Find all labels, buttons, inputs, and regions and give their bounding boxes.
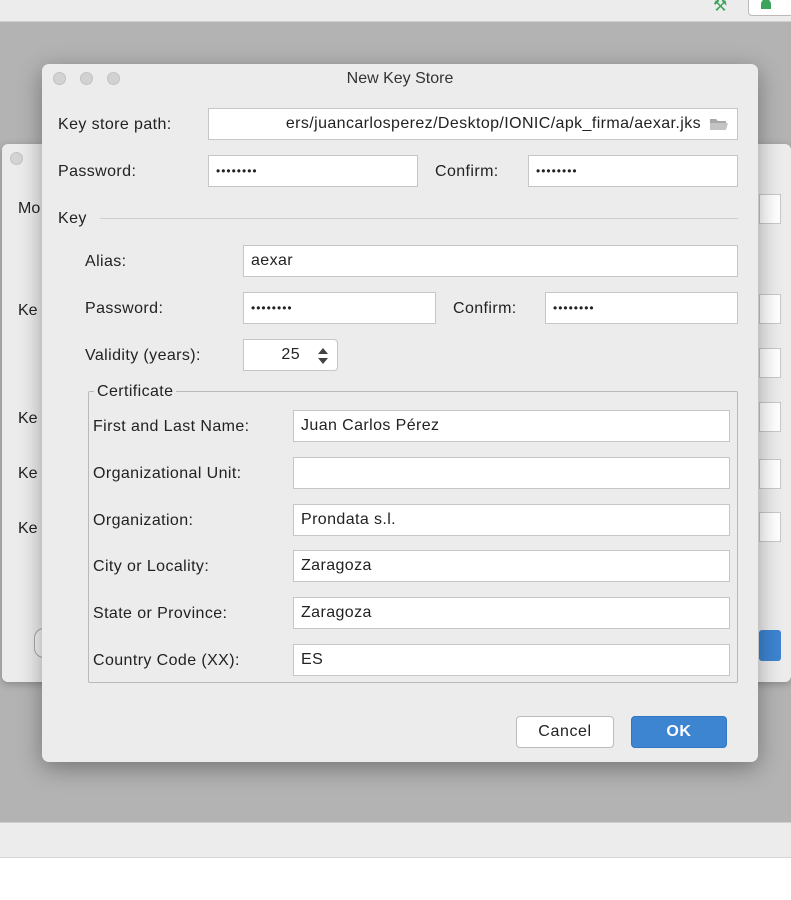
close-window-icon [10, 152, 23, 165]
dialog-titlebar: New Key Store [42, 64, 758, 94]
status-bar [0, 822, 791, 858]
background-label-module: Mo [18, 200, 41, 217]
city-input[interactable]: Zaragoza [293, 550, 730, 582]
stepper-up-icon[interactable] [318, 348, 328, 354]
validity-stepper[interactable] [308, 339, 338, 371]
folder-icon[interactable] [709, 117, 729, 131]
key-section-label: Key [58, 210, 87, 227]
keystore-confirm-input[interactable]: •••••••• [528, 155, 738, 187]
key-password-input[interactable]: •••••••• [243, 292, 436, 324]
organization-label: Organization: [93, 512, 194, 529]
keystore-password-label: Password: [58, 163, 137, 180]
background-field [759, 402, 781, 432]
ok-button[interactable]: OK [631, 716, 727, 748]
organization-input[interactable]: Prondata s.l. [293, 504, 730, 536]
hammer-icon[interactable]: ⚒ [713, 0, 735, 15]
keystore-password-input[interactable]: •••••••• [208, 155, 418, 187]
validity-label: Validity (years): [85, 347, 201, 364]
android-icon [761, 0, 771, 9]
background-module-select [759, 194, 781, 224]
country-code-label: Country Code (XX): [93, 652, 240, 669]
background-field [759, 459, 781, 489]
app-toolbar [0, 0, 791, 22]
background-next-button [759, 630, 781, 661]
city-label: City or Locality: [93, 558, 210, 575]
validity-input[interactable]: 25 [243, 339, 309, 371]
keystore-path-value: ers/juancarlosperez/Desktop/IONIC/apk_fi… [285, 115, 701, 132]
state-input[interactable]: Zaragoza [293, 597, 730, 629]
alias-label: Alias: [85, 253, 127, 270]
key-confirm-input[interactable]: •••••••• [545, 292, 738, 324]
background-label-key-password: Ke [18, 520, 38, 537]
country-code-input[interactable]: ES [293, 644, 730, 676]
background-label-keystore-password: Ke [18, 410, 38, 427]
run-config-button[interactable] [748, 0, 791, 16]
stepper-down-icon[interactable] [318, 358, 328, 364]
keystore-confirm-label: Confirm: [435, 163, 499, 180]
certificate-title: Certificate [94, 383, 177, 401]
dialog-title: New Key Store [346, 70, 454, 87]
background-label-key-alias: Ke [18, 465, 38, 482]
key-confirm-label: Confirm: [453, 300, 517, 317]
keystore-path-label: Key store path: [58, 116, 172, 133]
new-key-store-dialog: New Key Store Key store path: ers/juanca… [42, 64, 758, 762]
org-unit-label: Organizational Unit: [93, 465, 242, 482]
background-label-keystore: Ke [18, 302, 38, 319]
state-label: State or Province: [93, 605, 228, 622]
background-field [759, 348, 781, 378]
first-last-name-input[interactable]: Juan Carlos Pérez [293, 410, 730, 442]
cancel-button[interactable]: Cancel [516, 716, 614, 748]
alias-input[interactable]: aexar [243, 245, 738, 277]
keystore-path-input[interactable]: ers/juancarlosperez/Desktop/IONIC/apk_fi… [208, 108, 738, 140]
background-field [759, 294, 781, 324]
key-password-label: Password: [85, 300, 164, 317]
first-last-name-label: First and Last Name: [93, 418, 250, 435]
background-field [759, 512, 781, 542]
key-section-divider [100, 218, 738, 219]
org-unit-input[interactable] [293, 457, 730, 489]
